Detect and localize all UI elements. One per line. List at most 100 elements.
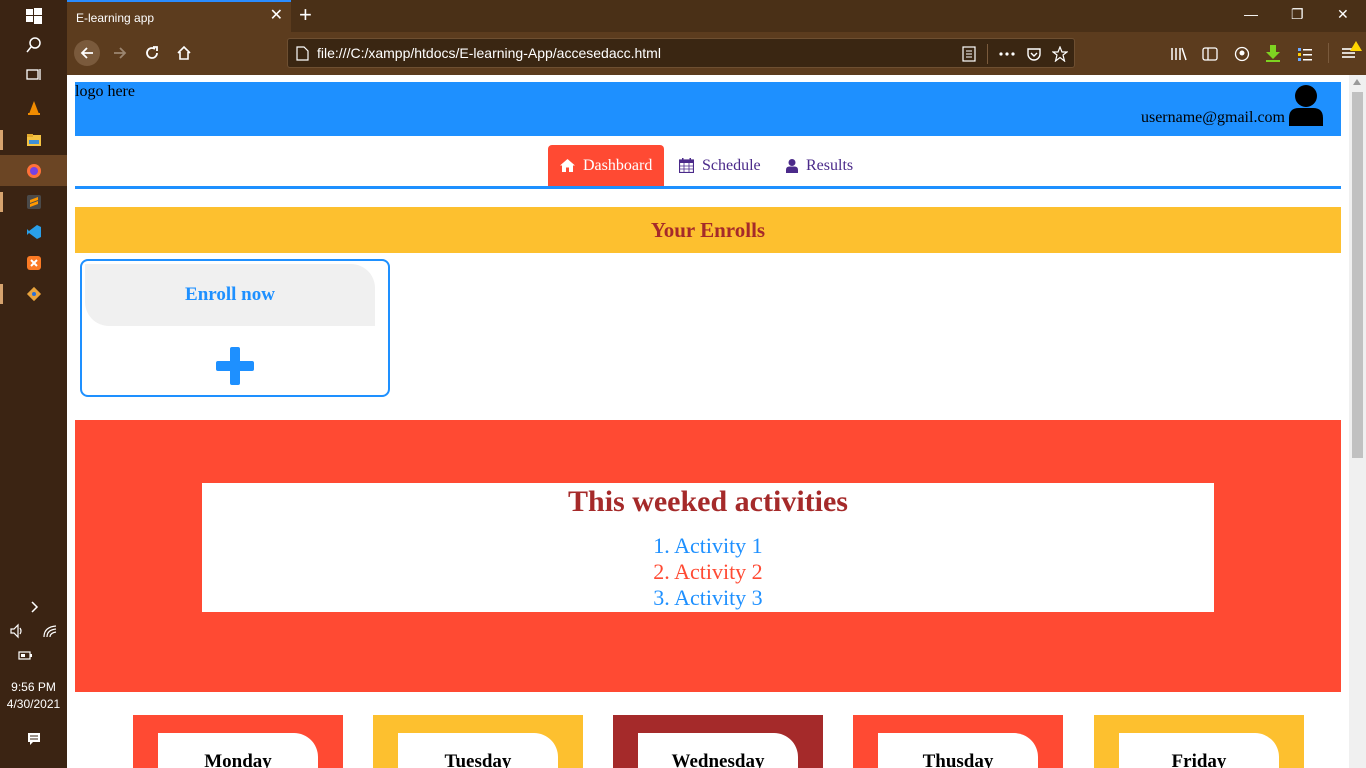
minimize-button[interactable]: —	[1244, 6, 1258, 22]
windows-logo-icon	[25, 7, 42, 24]
bookmark-star-icon[interactable]	[1052, 46, 1068, 62]
separator	[1328, 43, 1329, 63]
vscode-icon	[26, 224, 41, 239]
taskbar-app-sublime[interactable]	[0, 186, 67, 217]
download-icon[interactable]	[1265, 44, 1281, 62]
separator	[987, 44, 988, 64]
system-clock[interactable]: 9:56 PM 4/30/2021	[0, 679, 67, 713]
enrolls-heading-bar: Your Enrolls	[75, 207, 1341, 253]
weekly-activities-section: This weeked activities 1. Activity 1 2. …	[75, 420, 1341, 692]
close-tab-icon[interactable]: ✕	[270, 8, 283, 24]
scroll-up-arrow-icon[interactable]	[1353, 79, 1361, 85]
close-window-button[interactable]: ✕	[1337, 6, 1349, 23]
tab-results[interactable]: Results	[774, 145, 865, 186]
arrow-left-icon	[80, 47, 93, 59]
activities-list: 1. Activity 1 2. Activity 2 3. Activity …	[202, 533, 1214, 611]
xampp-icon	[26, 255, 41, 270]
day-label: Monday	[158, 733, 318, 768]
clock-date: 4/30/2021	[6, 697, 61, 711]
tab-label: Schedule	[702, 156, 761, 174]
tab-title: E-learning app	[76, 11, 155, 25]
search-icon	[25, 36, 41, 52]
enroll-now-label: Enroll now	[185, 284, 275, 305]
day-card-tuesday[interactable]: Tuesday	[373, 715, 583, 768]
user-avatar-icon[interactable]	[1287, 84, 1325, 126]
activity-item[interactable]: 1. Activity 1	[202, 533, 1214, 559]
taskbar-app-vlc[interactable]	[0, 92, 67, 123]
page-icon	[296, 46, 309, 61]
more-actions-icon[interactable]	[998, 46, 1016, 62]
new-tab-button[interactable]: +	[299, 4, 312, 26]
extension-list-icon[interactable]	[1297, 46, 1313, 62]
site-header: logo here username@gmail.com	[75, 82, 1341, 136]
speaker-icon	[9, 623, 22, 638]
activities-box: This weeked activities 1. Activity 1 2. …	[202, 483, 1214, 612]
tab-schedule[interactable]: Schedule	[667, 145, 773, 186]
tab-label: Results	[806, 156, 854, 174]
calendar-icon	[679, 158, 694, 173]
action-center-button[interactable]	[0, 723, 67, 754]
pocket-icon[interactable]	[1026, 46, 1042, 62]
sublime-icon	[26, 194, 41, 209]
day-card-friday[interactable]: Friday	[1094, 715, 1304, 768]
browser-tab[interactable]: E-learning app ✕	[67, 0, 291, 32]
reader-view-icon[interactable]	[961, 46, 977, 62]
activity-item[interactable]: 3. Activity 3	[202, 585, 1214, 611]
page-scrollbar[interactable]	[1349, 75, 1366, 768]
taskbar-app-explorer[interactable]	[0, 124, 67, 155]
git-icon	[26, 286, 41, 301]
reload-button[interactable]	[139, 40, 165, 66]
back-button[interactable]	[74, 40, 100, 66]
taskbar-app-xampp[interactable]	[0, 247, 67, 278]
sidebar-icon[interactable]	[1202, 46, 1218, 62]
search-button[interactable]	[0, 29, 67, 60]
restore-button[interactable]: ❐	[1291, 6, 1304, 23]
dashboard-tabs: Dashboard Schedule Results	[75, 145, 1341, 189]
day-card-thusday[interactable]: Thusday	[853, 715, 1063, 768]
start-button[interactable]	[0, 0, 67, 31]
clock-time: 9:56 PM	[11, 680, 56, 694]
library-icon[interactable]	[1170, 46, 1187, 62]
menu-icon[interactable]	[1340, 41, 1362, 63]
tab-label: Dashboard	[583, 156, 653, 174]
user-email[interactable]: username@gmail.com	[1141, 109, 1285, 127]
notification-icon	[27, 732, 40, 745]
arrow-right-icon	[114, 47, 127, 59]
enroll-now-card[interactable]: Enroll now	[80, 259, 390, 397]
url-bar[interactable]: file:///C:/xampp/htdocs/E-learning-App/a…	[287, 38, 1075, 68]
taskbar-app-firefox[interactable]	[0, 155, 67, 186]
user-icon	[786, 158, 798, 173]
windows-taskbar: 9:56 PM 4/30/2021	[0, 0, 67, 768]
weekday-cards: Monday Tuesday Wednesday Thusday Friday	[67, 715, 1349, 768]
reload-icon	[146, 46, 158, 59]
enroll-card-header: Enroll now	[85, 264, 375, 326]
home-button[interactable]	[171, 40, 197, 66]
vlc-icon	[27, 100, 40, 115]
task-view-icon	[25, 68, 41, 80]
taskbar-app-vscode[interactable]	[0, 216, 67, 247]
account-icon[interactable]	[1234, 46, 1250, 62]
day-card-wednesday[interactable]: Wednesday	[613, 715, 823, 768]
browser-tab-strip: E-learning app ✕ + — ❐ ✕	[67, 0, 1366, 32]
day-label: Tuesday	[398, 733, 558, 768]
forward-button[interactable]	[107, 40, 133, 66]
battery-icon	[18, 650, 32, 660]
site-logo[interactable]: logo here	[75, 83, 135, 101]
battery-button[interactable]	[0, 639, 50, 670]
browser-toolbar: file:///C:/xampp/htdocs/E-learning-App/a…	[67, 32, 1366, 75]
firefox-icon	[26, 163, 41, 178]
day-card-monday[interactable]: Monday	[133, 715, 343, 768]
day-label: Wednesday	[638, 733, 798, 768]
chevron-right-icon	[30, 600, 38, 613]
plus-icon[interactable]	[216, 347, 254, 385]
wifi-icon	[43, 624, 57, 637]
tab-dashboard[interactable]: Dashboard	[548, 145, 665, 186]
home-icon	[560, 159, 575, 172]
scroll-thumb[interactable]	[1352, 92, 1363, 458]
task-view-button[interactable]	[0, 59, 67, 90]
taskbar-app-git[interactable]	[0, 278, 67, 309]
activity-item[interactable]: 2. Activity 2	[202, 559, 1214, 585]
home-icon	[177, 45, 191, 60]
folder-icon	[26, 133, 41, 146]
day-label: Friday	[1119, 733, 1279, 768]
